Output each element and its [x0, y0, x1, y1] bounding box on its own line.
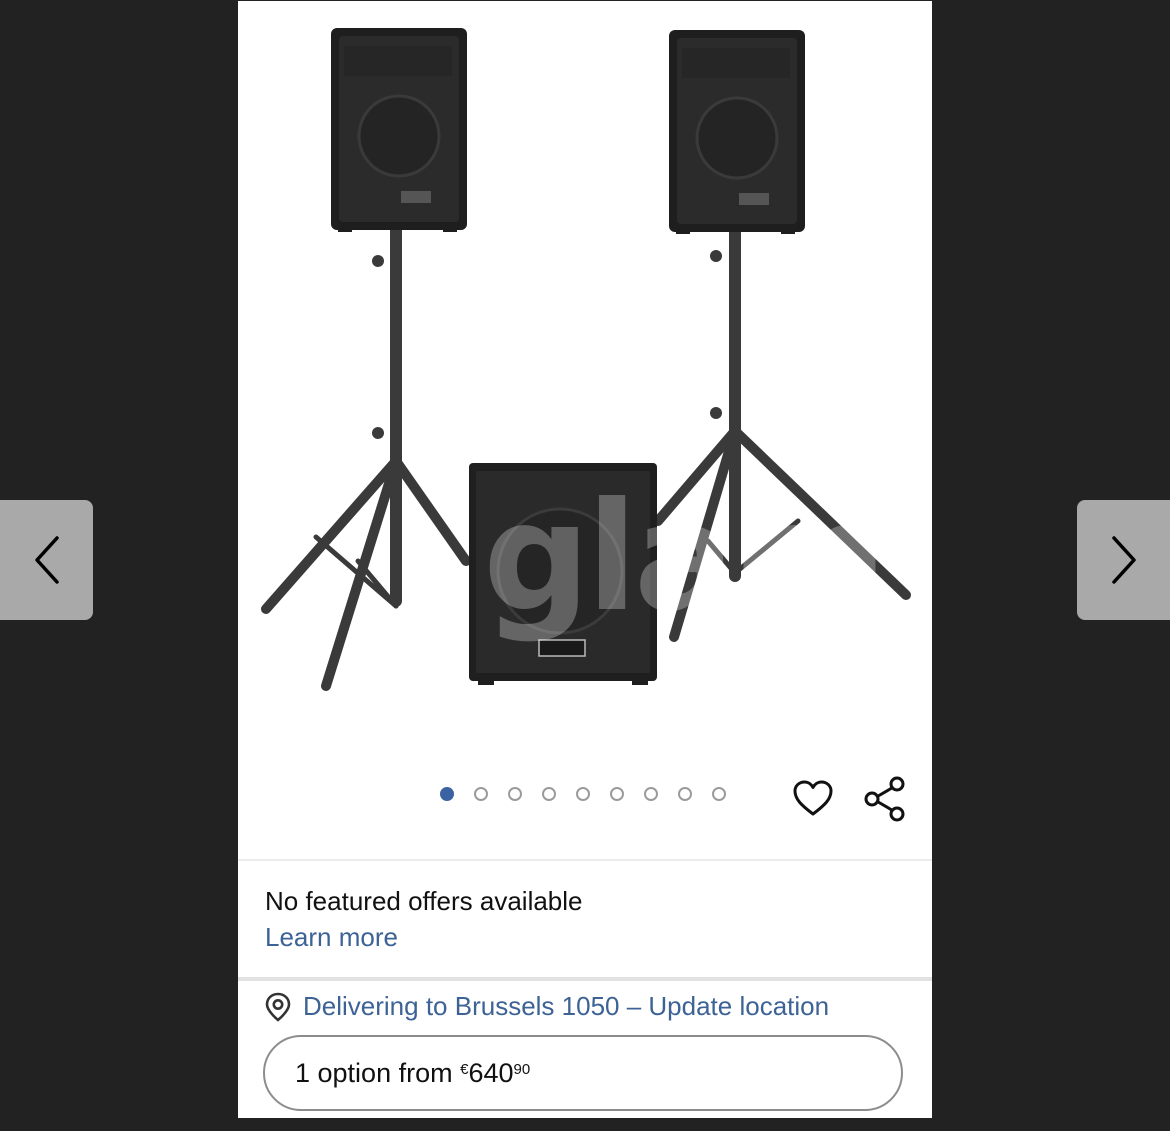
pagination-dot[interactable]	[440, 787, 454, 801]
pagination-dot[interactable]	[610, 787, 624, 801]
delivery-location-link[interactable]: Delivering to Brussels 1050 – Update loc…	[263, 991, 829, 1022]
product-card: glam No featured offers available Learn …	[238, 1, 932, 1118]
price-fraction: 90	[513, 1060, 531, 1078]
share-button[interactable]	[863, 775, 907, 823]
heart-icon	[793, 780, 833, 816]
previous-image-button[interactable]	[0, 500, 93, 620]
pagination-dot[interactable]	[576, 787, 590, 801]
divider	[238, 859, 932, 861]
buying-options-button[interactable]: 1 option from € 640 90	[263, 1035, 903, 1111]
pagination-dot[interactable]	[678, 787, 692, 801]
section-divider	[238, 977, 932, 981]
pagination-dot[interactable]	[474, 787, 488, 801]
left-top-speaker	[331, 28, 467, 232]
favorite-button[interactable]	[791, 777, 835, 821]
price-currency: €	[460, 1060, 469, 1078]
subwoofer	[469, 463, 657, 685]
pagination-dot[interactable]	[542, 787, 556, 801]
no-offers-text: No featured offers available	[265, 886, 583, 916]
right-speaker-stand	[653, 225, 911, 642]
delivery-location-text: Delivering to Brussels 1050 – Update loc…	[303, 991, 830, 1021]
right-top-speaker	[669, 30, 805, 234]
share-icon	[864, 776, 905, 822]
image-pagination-dots	[440, 787, 746, 801]
chevron-right-icon	[1111, 536, 1136, 584]
location-pin-icon	[265, 992, 291, 1022]
option-prefix: 1 option from	[295, 1057, 461, 1088]
product-image[interactable]	[238, 1, 932, 761]
pagination-dot[interactable]	[712, 787, 726, 801]
pagination-dot[interactable]	[508, 787, 522, 801]
left-speaker-stand	[261, 225, 471, 691]
learn-more-link[interactable]: Learn more	[265, 922, 398, 953]
pagination-dot[interactable]	[644, 787, 658, 801]
next-image-button[interactable]	[1077, 500, 1170, 620]
price-whole: 640	[468, 1057, 514, 1088]
chevron-left-icon	[34, 536, 59, 584]
